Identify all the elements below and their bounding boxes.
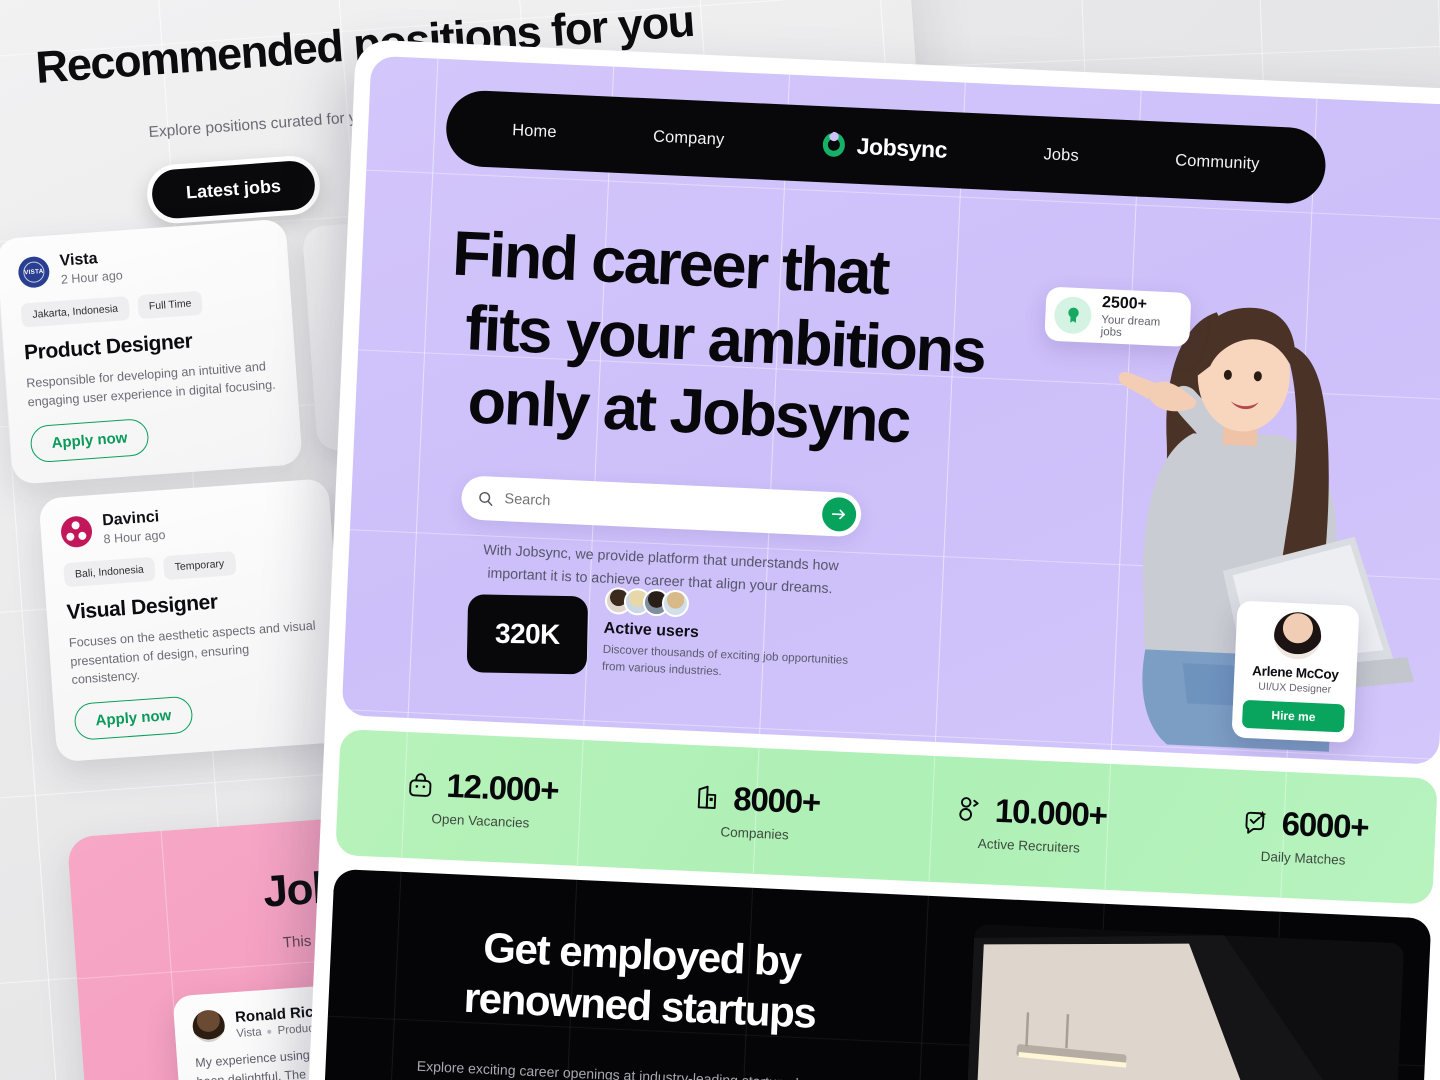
jobsync-logo-icon bbox=[822, 131, 845, 157]
location-tag: Jakarta, Indonesia bbox=[20, 296, 130, 329]
candidate-role: UI/UX Designer bbox=[1258, 680, 1332, 696]
stat-value: 10.000+ bbox=[994, 791, 1108, 834]
startups-heading: Get employed by renowned startups bbox=[404, 918, 878, 1042]
office-photo bbox=[962, 923, 1405, 1080]
stat-daily-matches: 6000+ Daily Matches bbox=[1239, 803, 1369, 869]
avatar bbox=[661, 589, 690, 618]
job-description: Responsible for developing an intuitive … bbox=[25, 359, 277, 410]
brand-logo[interactable]: Jobsync bbox=[820, 131, 948, 164]
stat-value: 6000+ bbox=[1280, 804, 1370, 846]
job-card[interactable]: VISTA Vista 2 Hour ago Jakarta, Indonesi… bbox=[0, 218, 303, 485]
brand-name: Jobsync bbox=[856, 132, 948, 163]
stat-value: 8000+ bbox=[732, 779, 821, 821]
search-input[interactable] bbox=[504, 491, 823, 522]
stat-value: 12.000+ bbox=[445, 766, 560, 809]
award-icon bbox=[1053, 295, 1093, 335]
company-name: Vista bbox=[59, 250, 99, 270]
job-tags: Bali, Indonesia Temporary bbox=[63, 546, 314, 588]
hero-heading: Find career that fits your ambitions onl… bbox=[444, 218, 989, 463]
company-name: Davinci bbox=[101, 508, 160, 530]
search-icon bbox=[479, 491, 493, 506]
avatar bbox=[191, 1008, 226, 1044]
nav-link-jobs[interactable]: Jobs bbox=[1043, 145, 1079, 166]
nav-link-home[interactable]: Home bbox=[512, 121, 557, 142]
jobsync-landing-page: Home Company Jobsync Jobs Community Find… bbox=[304, 38, 1440, 1080]
building-icon bbox=[697, 785, 717, 809]
nav-link-community[interactable]: Community bbox=[1175, 151, 1260, 174]
arrow-right-icon bbox=[831, 509, 845, 520]
job-card[interactable]: Davinci 8 Hour ago Bali, Indonesia Tempo… bbox=[38, 478, 347, 763]
location-tag: Bali, Indonesia bbox=[63, 557, 156, 588]
dream-jobs-badge: 2500+ Your dream jobs bbox=[1044, 286, 1192, 348]
dream-jobs-label: Your dream jobs bbox=[1100, 313, 1161, 339]
active-users-block: Active users Discover thousands of excit… bbox=[602, 586, 856, 687]
latest-jobs-button[interactable]: Latest jobs bbox=[145, 154, 322, 226]
screenshot-root: Recommended positions for you Explore po… bbox=[0, 0, 1440, 1080]
job-card-header: Davinci 8 Hour ago bbox=[59, 498, 312, 550]
job-description: Focuses on the aesthetic aspects and vis… bbox=[68, 618, 316, 687]
davinci-logo-icon bbox=[59, 514, 94, 549]
stat-companies: 8000+ Companies bbox=[690, 778, 821, 844]
apply-now-button[interactable]: Apply now bbox=[73, 695, 194, 741]
separator-dot-icon bbox=[267, 1029, 272, 1034]
stat-active-recruiters: 10.000+ Active Recruiters bbox=[952, 790, 1108, 857]
match-icon bbox=[1245, 810, 1267, 834]
avatar bbox=[1272, 611, 1322, 661]
reviewer-company: Vista bbox=[235, 1025, 263, 1040]
hero-section: Home Company Jobsync Jobs Community Find… bbox=[341, 55, 1440, 765]
posted-time: 8 Hour ago bbox=[103, 528, 166, 547]
job-card-header: VISTA Vista 2 Hour ago bbox=[17, 238, 269, 290]
vista-logo-icon: VISTA bbox=[17, 255, 51, 289]
stat-open-vacancies: 12.000+ Open Vacancies bbox=[404, 765, 559, 832]
vista-logo-text: VISTA bbox=[23, 267, 44, 277]
startups-section: Get employed by renowned startups Explor… bbox=[319, 868, 1432, 1080]
job-tags: Jakarta, Indonesia Full Time bbox=[20, 286, 272, 329]
posted-time: 2 Hour ago bbox=[60, 268, 124, 288]
hire-me-card[interactable]: Arlene McCoy UI/UX Designer Hire me bbox=[1231, 600, 1360, 743]
employment-type-tag: Temporary bbox=[162, 551, 237, 581]
users-icon bbox=[959, 797, 979, 821]
bag-icon bbox=[409, 773, 432, 797]
dream-jobs-count: 2500+ bbox=[1101, 294, 1148, 314]
candidate-name: Arlene McCoy bbox=[1251, 663, 1339, 683]
apply-now-button[interactable]: Apply now bbox=[29, 417, 150, 464]
search-submit-button[interactable] bbox=[821, 496, 857, 533]
active-users-count-badge: 320K bbox=[466, 594, 589, 675]
nav-link-company[interactable]: Company bbox=[653, 127, 725, 149]
employment-type-tag: Full Time bbox=[137, 291, 204, 320]
hire-me-button[interactable]: Hire me bbox=[1241, 699, 1346, 733]
